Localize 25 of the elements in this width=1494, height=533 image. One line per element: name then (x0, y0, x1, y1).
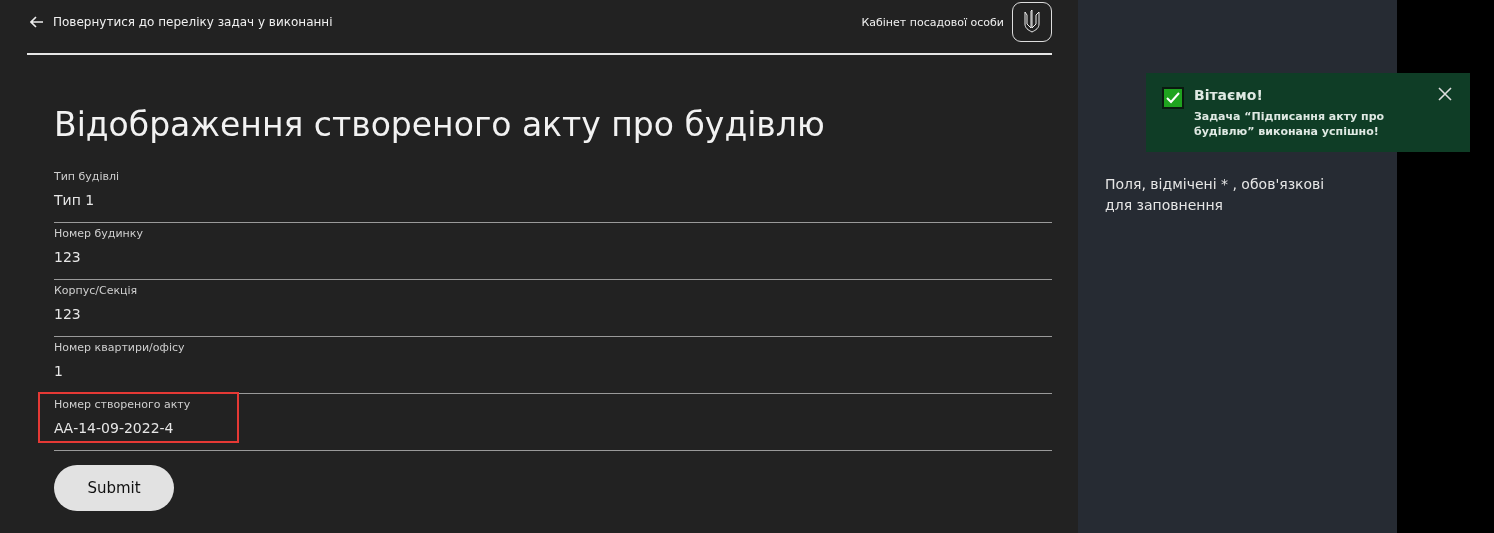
back-link[interactable]: Повернутися до переліку задач у виконанні (30, 15, 333, 29)
field-label: Номер створеного акту (54, 398, 192, 411)
submit-button[interactable]: Submit (54, 465, 174, 511)
field-label: Номер квартири/офісу (54, 341, 186, 354)
field-value: 123 (54, 306, 82, 322)
field-label: Тип будівлі (54, 170, 121, 183)
form-field[interactable]: Номер створеного акту АА-14-09-2022-4 (38, 392, 239, 443)
trident-logo-icon[interactable] (1012, 2, 1052, 42)
field-value: 123 (54, 249, 82, 265)
form-field[interactable]: Тип будівлі Тип 1 (38, 164, 239, 215)
field-value: 1 (54, 363, 64, 379)
field-label: Номер будинку (54, 227, 144, 240)
toast-title: Вітаємо! (1194, 87, 1264, 103)
required-fields-note: Поля, відмічені * , обов'язкові для заповнення (1105, 175, 1326, 215)
form-field[interactable]: Номер будинку 123 (38, 221, 239, 272)
form-field[interactable]: Корпус/Секція 123 (38, 278, 239, 329)
field-label: Корпус/Секція (54, 284, 139, 297)
page-title: Відображення створеного акту про будівлю (54, 105, 826, 144)
field-value: Тип 1 (54, 192, 96, 208)
close-icon[interactable] (1438, 87, 1454, 103)
cabinet-label: Кабінет посадової особи (861, 15, 1004, 29)
back-arrow-icon (30, 16, 44, 28)
toast-message: Задача “Підписання акту про будівлю” виконана успішно! (1194, 109, 1386, 139)
form-field[interactable]: Номер квартири/офісу 1 (38, 335, 239, 386)
field-value: АА-14-09-2022-4 (54, 420, 175, 436)
